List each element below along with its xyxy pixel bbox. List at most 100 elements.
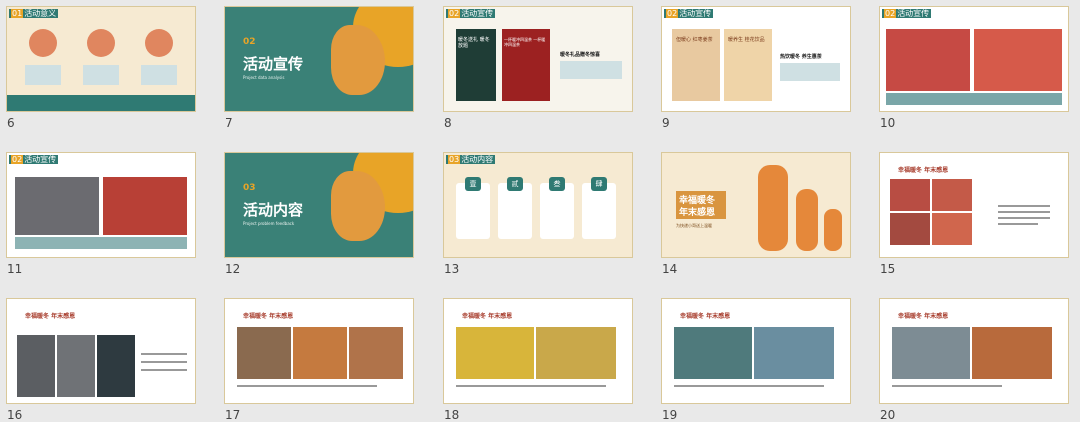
slide-20-preview[interactable]: 幸福暖冬 年末感恩 — [879, 298, 1069, 404]
tiger-icon — [824, 209, 842, 251]
slide-10-preview[interactable]: 02 活动宣传 — [879, 6, 1069, 112]
slide-11-tag: 02 活动宣传 — [9, 155, 59, 164]
text-line — [456, 385, 606, 387]
tiger-icon — [331, 25, 385, 95]
slide-thumb-10[interactable]: 02 活动宣传 10 — [879, 6, 1069, 130]
tiger-icon — [758, 165, 788, 251]
slide-header: 幸福暖冬 年末感恩 — [243, 313, 294, 320]
text-box — [25, 65, 61, 85]
event-photo — [754, 327, 834, 379]
slide-13-preview[interactable]: 03 活动内容 壹 贰 叁 肆 — [443, 152, 633, 258]
event-photo — [890, 179, 930, 211]
slide-thumb-18[interactable]: 幸福暖冬 年末感恩 18 — [443, 298, 633, 422]
slide-12-preview[interactable]: 03 活动内容 Project problem feedback — [224, 152, 414, 258]
content-card: 肆 — [582, 177, 616, 239]
event-photo — [15, 177, 99, 235]
slide-number: 20 — [880, 408, 896, 422]
text-line — [998, 217, 1050, 219]
event-photo — [103, 177, 187, 235]
slide-thumb-15[interactable]: 幸福暖冬 年末感恩 15 — [879, 152, 1069, 276]
text-line — [998, 205, 1050, 207]
text-line — [141, 361, 187, 363]
event-photo — [293, 327, 347, 379]
slide-thumb-7[interactable]: 02 活动宣传 Project data analysis 7 — [224, 6, 414, 130]
slide-subtitle: Project data analysis — [243, 75, 285, 80]
slide-thumb-17[interactable]: 幸福暖冬 年末感恩 17 — [224, 298, 414, 422]
slide-10-tag: 02 活动宣传 — [882, 9, 932, 18]
slide-8-tag: 02 活动宣传 — [446, 9, 496, 18]
slide-11-preview[interactable]: 02 活动宣传 — [6, 152, 196, 258]
slide-number: 6 — [7, 116, 15, 130]
event-photo — [892, 327, 970, 379]
card-label: 肆 — [591, 177, 607, 191]
slide-number: 10 — [880, 116, 896, 130]
slide-thumb-11[interactable]: 02 活动宣传 11 — [6, 152, 196, 276]
text-line — [998, 211, 1050, 213]
slide-subtitle: Project problem feedback — [243, 221, 295, 226]
card-label: 贰 — [507, 177, 523, 191]
slide-thumb-20[interactable]: 幸福暖冬 年末感恩 20 — [879, 298, 1069, 422]
slide-number: 9 — [662, 116, 670, 130]
poster-text: 暖养生 桂花饮品 — [728, 37, 765, 43]
tiger-icon — [29, 29, 57, 57]
poster-text: 但暖心 红枣姜茶 — [676, 37, 713, 43]
slide-header: 幸福暖冬 年末感恩 — [680, 313, 731, 320]
slide-14-preview[interactable]: 幸福暖冬 年末感恩 为快递小哥送上温暖 — [661, 152, 851, 258]
slide-thumb-8[interactable]: 02 活动宣传 暖冬送礼 暖冬放题 一杯暖冲四温茶 一杯暖冲四温茶 暖冬礼品赠冬惊… — [443, 6, 633, 130]
tiger-icon — [87, 29, 115, 57]
slide-number: 11 — [7, 262, 23, 276]
event-photo — [974, 29, 1062, 91]
slide-number: 16 — [7, 408, 23, 422]
event-photo — [456, 327, 534, 379]
slide-thumb-13[interactable]: 03 活动内容 壹 贰 叁 肆 13 — [443, 152, 633, 276]
text-line — [141, 353, 187, 355]
slide-subtitle: 为快递小哥送上温暖 — [676, 223, 712, 228]
slide-heading: 暖冬礼品赠冬惊喜 — [560, 52, 601, 58]
slide-heading: 热饮暖冬 养生惠茶 — [780, 54, 822, 60]
slide-thumb-6[interactable]: 01 活动意义 6 — [6, 6, 196, 130]
event-photo — [972, 327, 1052, 379]
content-card: 贰 — [498, 177, 532, 239]
slide-header: 幸福暖冬 年末感恩 — [25, 313, 76, 320]
poster-text: 暖冬送礼 暖冬放题 — [458, 37, 490, 49]
text-box — [83, 65, 119, 85]
text-line — [892, 385, 1002, 387]
event-photo — [932, 213, 972, 245]
slide-number: 12 — [225, 262, 241, 276]
slide-8-preview[interactable]: 02 活动宣传 暖冬送礼 暖冬放题 一杯暖冲四温茶 一杯暖冲四温茶 暖冬礼品赠冬惊… — [443, 6, 633, 112]
slide-thumb-16[interactable]: 幸福暖冬 年末感恩 16 — [6, 298, 196, 422]
slide-header: 幸福暖冬 年末感恩 — [898, 313, 949, 320]
tiger-icon — [145, 29, 173, 57]
card-label: 壹 — [465, 177, 481, 191]
slide-thumb-19[interactable]: 幸福暖冬 年末感恩 19 — [661, 298, 851, 422]
content-card: 壹 — [456, 177, 490, 239]
caption-box — [886, 93, 1062, 105]
content-card: 叁 — [540, 177, 574, 239]
slide-16-preview[interactable]: 幸福暖冬 年末感恩 — [6, 298, 196, 404]
slide-19-preview[interactable]: 幸福暖冬 年末感恩 — [661, 298, 851, 404]
text-line — [674, 385, 824, 387]
poster-text: 一杯暖冲四温茶 一杯暖冲四温茶 — [504, 37, 546, 47]
slide-15-preview[interactable]: 幸福暖冬 年末感恩 — [879, 152, 1069, 258]
event-photo — [349, 327, 403, 379]
teal-footer — [7, 95, 195, 111]
slide-13-tag: 03 活动内容 — [446, 155, 496, 164]
slide-number: 7 — [225, 116, 233, 130]
text-line — [998, 223, 1038, 225]
slide-thumb-12[interactable]: 03 活动内容 Project problem feedback 12 — [224, 152, 414, 276]
slide-number: 18 — [444, 408, 460, 422]
slide-7-preview[interactable]: 02 活动宣传 Project data analysis — [224, 6, 414, 112]
slide-18-preview[interactable]: 幸福暖冬 年末感恩 — [443, 298, 633, 404]
slide-9-preview[interactable]: 02 活动宣传 但暖心 红枣姜茶 暖养生 桂花饮品 热饮暖冬 养生惠茶 — [661, 6, 851, 112]
event-photo — [57, 335, 95, 397]
slide-17-preview[interactable]: 幸福暖冬 年末感恩 — [224, 298, 414, 404]
card-label: 叁 — [549, 177, 565, 191]
slide-9-tag: 02 活动宣传 — [664, 9, 714, 18]
slide-6-tag: 01 活动意义 — [9, 9, 59, 18]
slide-6-preview[interactable]: 01 活动意义 — [6, 6, 196, 112]
section-number: 02 — [243, 37, 256, 47]
slide-thumb-14[interactable]: 幸福暖冬 年末感恩 为快递小哥送上温暖 14 — [661, 152, 851, 276]
slide-thumb-9[interactable]: 02 活动宣传 但暖心 红枣姜茶 暖养生 桂花饮品 热饮暖冬 养生惠茶 9 — [661, 6, 851, 130]
slide-number: 14 — [662, 262, 678, 276]
event-photo — [237, 327, 291, 379]
